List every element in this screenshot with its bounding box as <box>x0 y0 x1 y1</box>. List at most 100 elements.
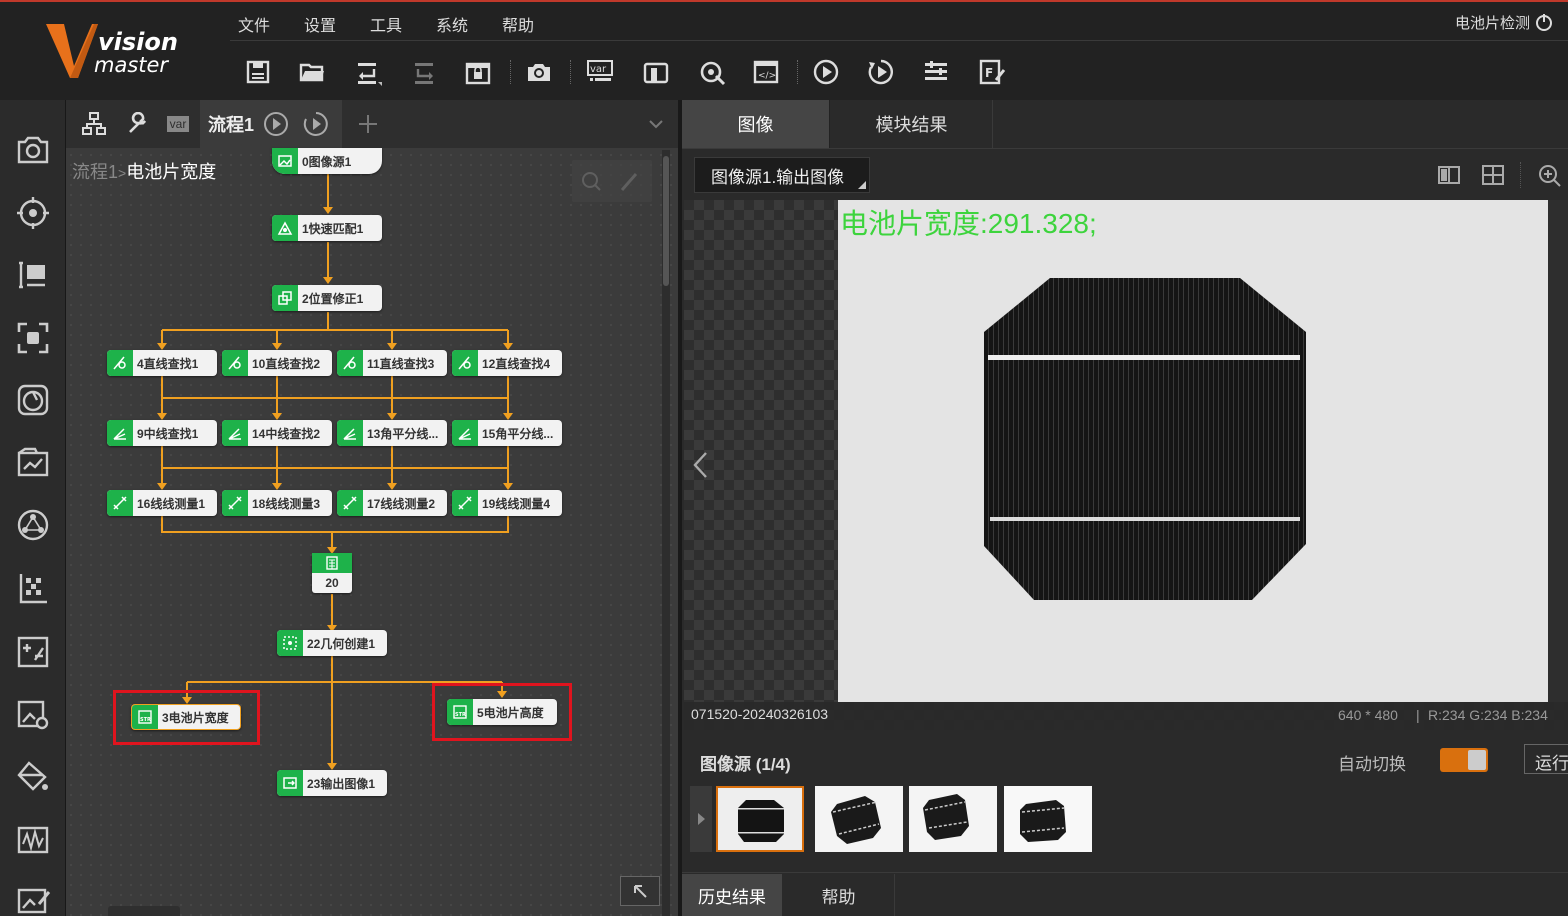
thumbnail-3[interactable] <box>909 786 997 852</box>
string-format-icon: STR <box>132 705 158 729</box>
node-label: 17线线测量2 <box>367 496 436 511</box>
tab-history-label: 历史结果 <box>698 887 766 907</box>
flow-node-line-measure-4[interactable]: 19线线测量4 <box>452 490 562 516</box>
flow-node-bisector-2[interactable]: 15角平分线... <box>452 420 562 446</box>
script-icon[interactable]: </> <box>750 56 782 88</box>
node-label: 9中线查找1 <box>137 426 199 441</box>
collapse-arrow-icon[interactable] <box>620 876 660 906</box>
measurement-overlay-text: 电池片宽度:291.328; <box>840 208 1097 239</box>
node-label: 13角平分线... <box>367 426 439 441</box>
single-view-icon[interactable] <box>1436 164 1462 186</box>
image-output-select[interactable]: 图像源1.输出图像 <box>694 157 870 193</box>
viewer-right-margin <box>1548 200 1568 702</box>
toolbar-separator <box>797 60 798 84</box>
output-image-icon <box>277 770 303 796</box>
dropdown-corner-icon <box>858 181 866 189</box>
node-label: 4直线查找1 <box>137 356 199 371</box>
tab-image-label: 图像 <box>737 115 774 135</box>
match-icon <box>272 215 298 241</box>
flow-minimap-tab[interactable] <box>108 906 180 916</box>
angle-icon <box>337 420 363 446</box>
node-label: 20 <box>325 576 339 590</box>
tab-image[interactable]: 图像 <box>682 100 830 148</box>
node-label: 1快速匹配1 <box>302 221 364 236</box>
flow-node-geometry-create[interactable]: 22几何创建1 <box>277 630 387 656</box>
node-label: 0图像源1 <box>302 154 352 169</box>
image-status-bar: 071520-20240326103 640 * 480 | R:234 G:2… <box>684 702 1568 730</box>
node-label: 15角平分线... <box>482 426 554 441</box>
line-measure-icon <box>452 490 478 516</box>
svg-text:</>: </> <box>758 71 776 81</box>
pixel-rgb: R:234 G:234 B:234 <box>1428 707 1548 723</box>
communication-icon[interactable] <box>696 56 728 88</box>
flow-node-line-find-3[interactable]: 11直线查找3 <box>337 350 447 376</box>
grid-view-icon[interactable] <box>1480 164 1506 186</box>
node-label: 12直线查找4 <box>482 356 551 371</box>
solar-cell-image <box>838 200 1548 702</box>
tab-help-label: 帮助 <box>821 887 856 907</box>
node-label: 5电池片高度 <box>477 705 544 720</box>
node-label: 23输出图像1 <box>307 776 376 791</box>
zoom-in-icon[interactable] <box>1536 164 1564 188</box>
thumbnail-2[interactable] <box>815 786 903 852</box>
flow-node-calculator[interactable]: 20 <box>312 553 352 593</box>
thumbnail-1[interactable] <box>716 786 804 852</box>
flow-node-line-measure-2[interactable]: 17线线测量2 <box>337 490 447 516</box>
image-source-icon <box>272 148 298 174</box>
flow-node-cell-height[interactable]: STR 5电池片高度 <box>447 699 557 725</box>
image-size: 640 * 480 <box>1338 707 1398 723</box>
flow-node-line-measure-3[interactable]: 18线线测量3 <box>222 490 332 516</box>
run-button[interactable]: 运行 <box>1524 744 1568 774</box>
power-icon[interactable] <box>1534 12 1554 32</box>
status-separator: | <box>1416 707 1420 723</box>
line-find-icon <box>222 350 248 376</box>
image-filename: 071520-20240326103 <box>691 706 829 722</box>
flow-node-bisector-1[interactable]: 13角平分线... <box>337 420 447 446</box>
toggle-knob <box>1468 750 1486 770</box>
toolbar-separator <box>1520 162 1521 188</box>
node-label: 16线线测量1 <box>137 496 206 511</box>
auto-switch-label: 自动切换 <box>1338 755 1406 774</box>
tab-history-results[interactable]: 历史结果 <box>682 874 782 916</box>
solution-name: 电池片检测 <box>1454 15 1530 32</box>
svg-text:STR: STR <box>140 717 151 723</box>
angle-icon <box>107 420 133 446</box>
thumbnail-4[interactable] <box>1004 786 1092 852</box>
string-format-icon: STR <box>447 699 473 725</box>
flow-node-position-fix[interactable]: 2位置修正1 <box>272 285 382 311</box>
flow-node-midline-1[interactable]: 9中线查找1 <box>107 420 217 446</box>
image-select-value: 图像源1.输出图像 <box>711 167 845 187</box>
thumb-expand-icon[interactable] <box>690 786 712 852</box>
tab-divider <box>682 148 1568 149</box>
chevron-left-icon[interactable] <box>690 450 712 480</box>
run-loop-icon[interactable] <box>865 56 897 88</box>
flow-node-line-find-2[interactable]: 10直线查找2 <box>222 350 332 376</box>
node-label: 18线线测量3 <box>252 496 321 511</box>
flow-node-output-image[interactable]: 23输出图像1 <box>277 770 387 796</box>
flow-node-line-measure-1[interactable]: 16线线测量1 <box>107 490 217 516</box>
node-label: 2位置修正1 <box>302 291 364 306</box>
svg-text:F: F <box>985 66 993 80</box>
auto-switch-toggle[interactable] <box>1440 748 1488 772</box>
flow-node-midline-2[interactable]: 14中线查找2 <box>222 420 332 446</box>
flow-node-image-source[interactable]: 0图像源1 <box>272 148 382 174</box>
node-label: 10直线查找2 <box>252 356 321 371</box>
line-measure-icon <box>337 490 363 516</box>
flow-node-cell-width[interactable]: STR 3电池片宽度 <box>131 704 241 730</box>
line-measure-icon <box>222 490 248 516</box>
angle-icon <box>222 420 248 446</box>
flow-node-fast-match[interactable]: 1快速匹配1 <box>272 215 382 241</box>
svg-text:STR: STR <box>455 712 466 718</box>
edit-report-icon[interactable]: F <box>976 56 1008 88</box>
settings-list-icon[interactable] <box>920 56 952 88</box>
run-once-icon[interactable] <box>810 56 842 88</box>
tab-help[interactable]: 帮助 <box>783 874 895 916</box>
line-find-icon <box>107 350 133 376</box>
tab-module-label: 模块结果 <box>875 115 948 135</box>
node-label: 19线线测量4 <box>482 496 551 511</box>
image-source-label: 图像源 (1/4) <box>700 755 791 774</box>
flow-node-line-find-4[interactable]: 12直线查找4 <box>452 350 562 376</box>
tab-module-results[interactable]: 模块结果 <box>831 100 993 148</box>
flow-node-line-find-1[interactable]: 4直线查找1 <box>107 350 217 376</box>
position-fix-icon <box>272 285 298 311</box>
